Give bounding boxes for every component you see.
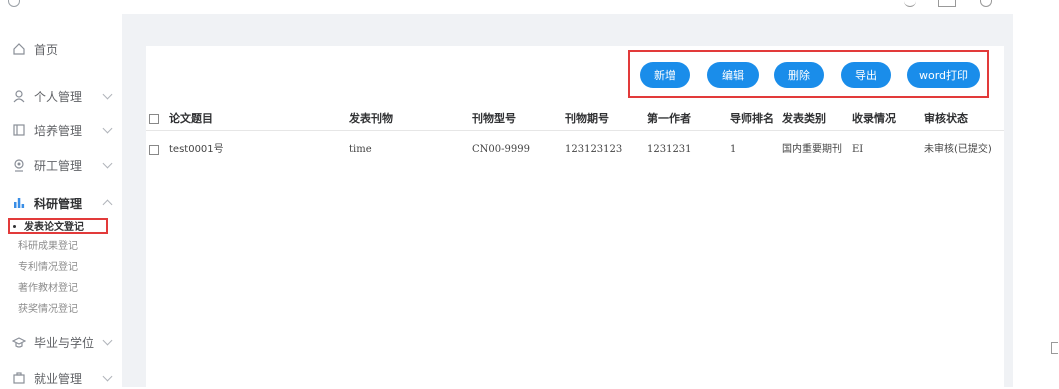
sub-item-awards[interactable]: 获奖情况登记 <box>18 303 78 317</box>
column-header: 刊物期号 <box>565 112 609 125</box>
chevron-down-icon <box>102 335 113 346</box>
column-header: 导师排名 <box>730 112 774 125</box>
briefcase-icon <box>12 371 26 385</box>
sidebar-item-employment[interactable]: 就业管理 <box>0 367 122 389</box>
cell-journal: time <box>349 144 372 155</box>
column-header: 审核状态 <box>924 112 968 125</box>
column-header: 第一作者 <box>647 112 691 125</box>
column-header: 收录情况 <box>852 112 896 125</box>
sidebar-item-label: 研工管理 <box>34 158 83 173</box>
chevron-up-icon <box>102 199 113 210</box>
notification-icon[interactable] <box>904 0 916 7</box>
column-header: 刊物型号 <box>472 112 516 125</box>
user-menu-icon[interactable] <box>980 0 992 7</box>
header-toolbar <box>0 0 1059 14</box>
chevron-down-icon <box>102 89 113 100</box>
sub-item-paper-registration[interactable]: 发表论文登记 <box>8 218 108 234</box>
sidebar-item-graduation[interactable]: 毕业与学位 <box>0 331 122 353</box>
sidebar-item-student-affairs[interactable]: 研工管理 <box>0 154 122 176</box>
column-header: 发表类别 <box>782 112 826 125</box>
book-icon <box>12 123 26 137</box>
chevron-down-icon <box>102 158 113 169</box>
sidebar-item-label: 科研管理 <box>34 196 83 211</box>
cell-advisor-rank: 1 <box>730 144 737 155</box>
table-header: 论文题目 发表刊物 刊物型号 刊物期号 第一作者 导师排名 发表类别 收录情况 … <box>146 108 1004 131</box>
select-all-checkbox[interactable] <box>149 114 159 124</box>
cell-category: 国内重要期刊 <box>782 144 842 155</box>
bar-chart-icon <box>12 196 26 210</box>
sidebar-item-label: 首页 <box>34 42 59 57</box>
graduation-cap-icon <box>12 335 26 349</box>
chevron-down-icon <box>102 371 113 382</box>
scrollbar-edge <box>1051 342 1058 354</box>
sidebar-item-research[interactable]: 科研管理 <box>0 192 122 214</box>
cell-issue-no: 123123123 <box>565 144 623 155</box>
sidebar: 首页 个人管理 培养管理 研工管理 科研管理 发表论文登记 科研成果登记 专利情… <box>0 0 122 387</box>
edit-button[interactable]: 编辑 <box>707 62 759 88</box>
message-icon[interactable] <box>938 0 956 7</box>
sidebar-item-training[interactable]: 培养管理 <box>0 119 122 141</box>
cell-review-status: 未审核(已提交) <box>924 144 992 155</box>
column-header: 发表刊物 <box>349 112 393 125</box>
column-header: 论文题目 <box>169 112 213 125</box>
sub-item-research-results[interactable]: 科研成果登记 <box>18 240 78 254</box>
bullet-icon <box>13 225 16 228</box>
right-margin <box>1013 0 1059 387</box>
word-print-button[interactable]: word打印 <box>907 62 980 88</box>
row-checkbox[interactable] <box>149 145 159 155</box>
sidebar-item-label: 毕业与学位 <box>34 335 95 350</box>
user-icon <box>12 89 26 103</box>
cell-first-author: 1231231 <box>647 144 692 155</box>
sidebar-item-personal[interactable]: 个人管理 <box>0 85 122 107</box>
delete-button[interactable]: 删除 <box>774 62 824 88</box>
sidebar-item-label: 个人管理 <box>34 89 83 104</box>
cell-indexing: EI <box>852 144 864 155</box>
sub-item-books[interactable]: 著作教材登记 <box>18 282 78 296</box>
home-icon <box>12 42 26 56</box>
sidebar-item-home[interactable]: 首页 <box>0 38 122 60</box>
export-button[interactable]: 导出 <box>841 62 891 88</box>
table-row[interactable]: test0001号 time CN00-9999 123123123 12312… <box>146 139 1004 161</box>
people-icon <box>12 158 26 172</box>
chevron-down-icon <box>102 123 113 134</box>
sub-item-patents[interactable]: 专利情况登记 <box>18 261 78 275</box>
add-button[interactable]: 新增 <box>640 62 690 88</box>
sidebar-item-label: 就业管理 <box>34 371 83 386</box>
cell-journal-code: CN00-9999 <box>472 144 530 155</box>
cell-title: test0001号 <box>169 144 224 155</box>
sidebar-item-label: 培养管理 <box>34 123 83 138</box>
